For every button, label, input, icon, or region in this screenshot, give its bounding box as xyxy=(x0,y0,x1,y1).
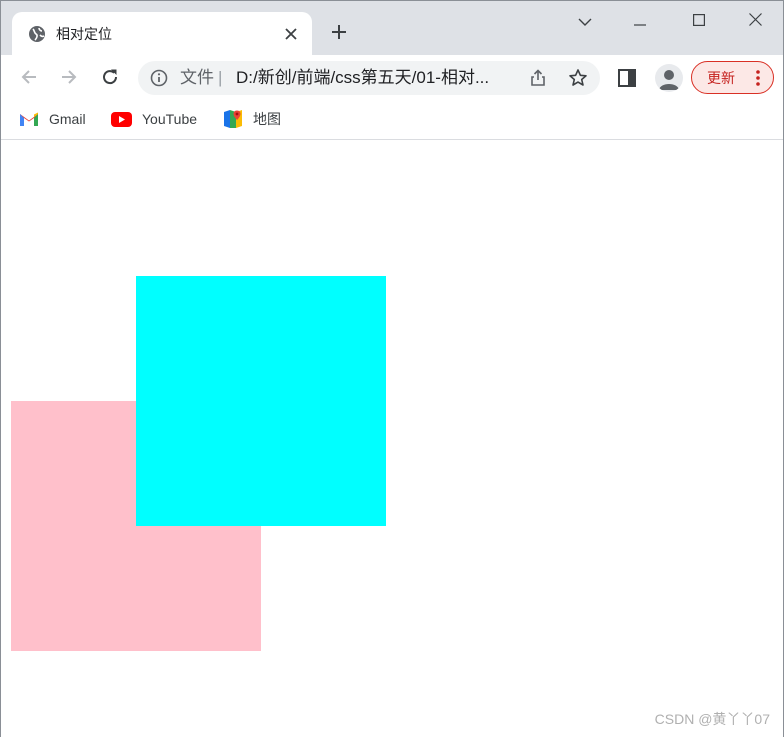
close-window-button[interactable] xyxy=(733,7,777,35)
bookmarks-bar: Gmail YouTube 地图 xyxy=(1,101,783,140)
update-label: 更新 xyxy=(707,70,735,86)
scheme-separator: | xyxy=(218,68,223,87)
person-icon xyxy=(659,70,679,90)
globe-icon xyxy=(28,25,46,43)
maximize-button[interactable] xyxy=(677,7,721,35)
bookmark-gmail[interactable]: Gmail xyxy=(19,108,86,130)
maximize-icon xyxy=(693,13,706,29)
back-button[interactable] xyxy=(13,62,45,94)
forward-arrow-icon xyxy=(60,68,78,89)
tab-search-button[interactable] xyxy=(563,7,607,35)
profile-avatar[interactable] xyxy=(655,64,683,92)
tab-active[interactable]: 相对定位 xyxy=(12,12,312,55)
cyan-box xyxy=(136,276,386,526)
forward-button[interactable] xyxy=(53,62,85,94)
chevron-down-icon xyxy=(578,13,592,29)
back-arrow-icon xyxy=(20,68,38,89)
youtube-icon xyxy=(111,111,132,127)
tab-title: 相对定位 xyxy=(56,26,112,42)
bookmark-label: Gmail xyxy=(49,111,86,127)
browser-window: 相对定位 文件 | D:/新创/前端/css第五天/01-相对... 更新 Gm… xyxy=(0,0,784,737)
bookmark-maps[interactable]: 地图 xyxy=(223,108,281,130)
plus-icon xyxy=(331,24,347,43)
reload-button[interactable] xyxy=(94,62,126,94)
tab-strip: 相对定位 xyxy=(1,1,783,55)
update-button[interactable]: 更新 xyxy=(691,61,774,94)
new-tab-button[interactable] xyxy=(325,19,353,47)
url-text[interactable]: D:/新创/前端/css第五天/01-相对... xyxy=(236,68,489,88)
csdn-watermark: CSDN @黄丫丫07 xyxy=(654,711,770,727)
info-icon[interactable] xyxy=(150,69,168,87)
share-icon[interactable] xyxy=(528,68,548,88)
address-bar[interactable]: 文件 | D:/新创/前端/css第五天/01-相对... xyxy=(138,61,600,95)
minimize-icon xyxy=(634,13,646,29)
kebab-menu-icon xyxy=(752,69,764,87)
file-scheme-label: 文件 xyxy=(180,68,214,87)
maps-icon xyxy=(224,110,242,128)
browser-toolbar: 文件 | D:/新创/前端/css第五天/01-相对... 更新 xyxy=(1,55,783,101)
reload-icon xyxy=(101,68,119,89)
star-icon[interactable] xyxy=(568,68,588,88)
bookmark-youtube[interactable]: YouTube xyxy=(111,108,197,130)
minimize-button[interactable] xyxy=(618,7,662,35)
gmail-icon xyxy=(20,112,38,126)
side-panel-icon[interactable] xyxy=(617,68,637,88)
bookmark-label: YouTube xyxy=(142,111,198,127)
page-viewport: CSDN @黄丫丫07 xyxy=(1,141,783,737)
close-icon[interactable] xyxy=(280,23,302,45)
close-icon xyxy=(748,13,762,29)
bookmark-label: 地图 xyxy=(253,111,281,127)
